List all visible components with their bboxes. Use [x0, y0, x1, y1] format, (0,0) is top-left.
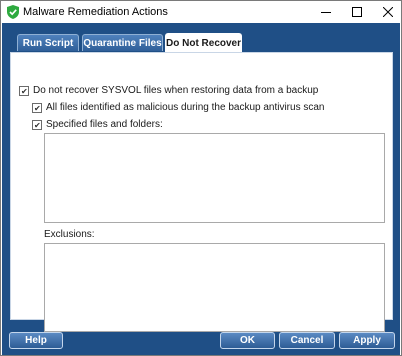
close-button[interactable]	[373, 1, 402, 23]
help-button[interactable]: Help	[9, 332, 63, 349]
ok-button[interactable]: OK	[220, 332, 275, 349]
checkmark-icon: ✔	[34, 103, 41, 113]
close-icon	[383, 7, 393, 17]
sysvol-label: Do not recover SYSVOL files when restori…	[33, 85, 319, 96]
minimize-button[interactable]	[311, 1, 341, 23]
checkmark-icon: ✔	[34, 120, 41, 130]
tab-run-script[interactable]: Run Script	[17, 34, 79, 51]
title-bar[interactable]: Malware Remediation Actions	[1, 1, 401, 23]
malicious-files-checkbox[interactable]: ✔	[32, 102, 42, 113]
cancel-button[interactable]: Cancel	[279, 332, 335, 349]
malicious-files-option[interactable]: ✔ All files identified as malicious duri…	[32, 102, 324, 113]
specified-files-option[interactable]: ✔ Specified files and folders:	[32, 119, 163, 130]
shield-check-icon	[7, 5, 19, 19]
maximize-icon	[352, 7, 362, 17]
tab-panel-do-not-recover: ✔ Do not recover SYSVOL files when resto…	[10, 52, 393, 332]
minimize-icon	[321, 12, 331, 13]
dialog-window: Malware Remediation Actions Run Script Q…	[0, 0, 402, 356]
sysvol-option[interactable]: ✔ Do not recover SYSVOL files when resto…	[19, 85, 318, 96]
specified-files-checkbox[interactable]: ✔	[32, 119, 42, 130]
maximize-button[interactable]	[342, 1, 372, 23]
apply-button[interactable]: Apply	[339, 332, 395, 349]
malicious-files-label: All files identified as malicious during…	[46, 102, 325, 113]
specified-files-label: Specified files and folders:	[46, 119, 163, 130]
window-title: Malware Remediation Actions	[23, 6, 168, 18]
checkmark-icon: ✔	[21, 86, 28, 96]
sysvol-checkbox[interactable]: ✔	[19, 85, 29, 96]
exclusions-label: Exclusions:	[44, 229, 95, 240]
exclusions-list[interactable]	[44, 243, 385, 332]
dialog-frame: Run Script Quarantine Files Do Not Recov…	[2, 23, 400, 355]
specified-files-list[interactable]	[44, 133, 385, 223]
tab-quarantine-files[interactable]: Quarantine Files	[82, 34, 163, 51]
tab-do-not-recover[interactable]: Do Not Recover	[165, 33, 242, 52]
